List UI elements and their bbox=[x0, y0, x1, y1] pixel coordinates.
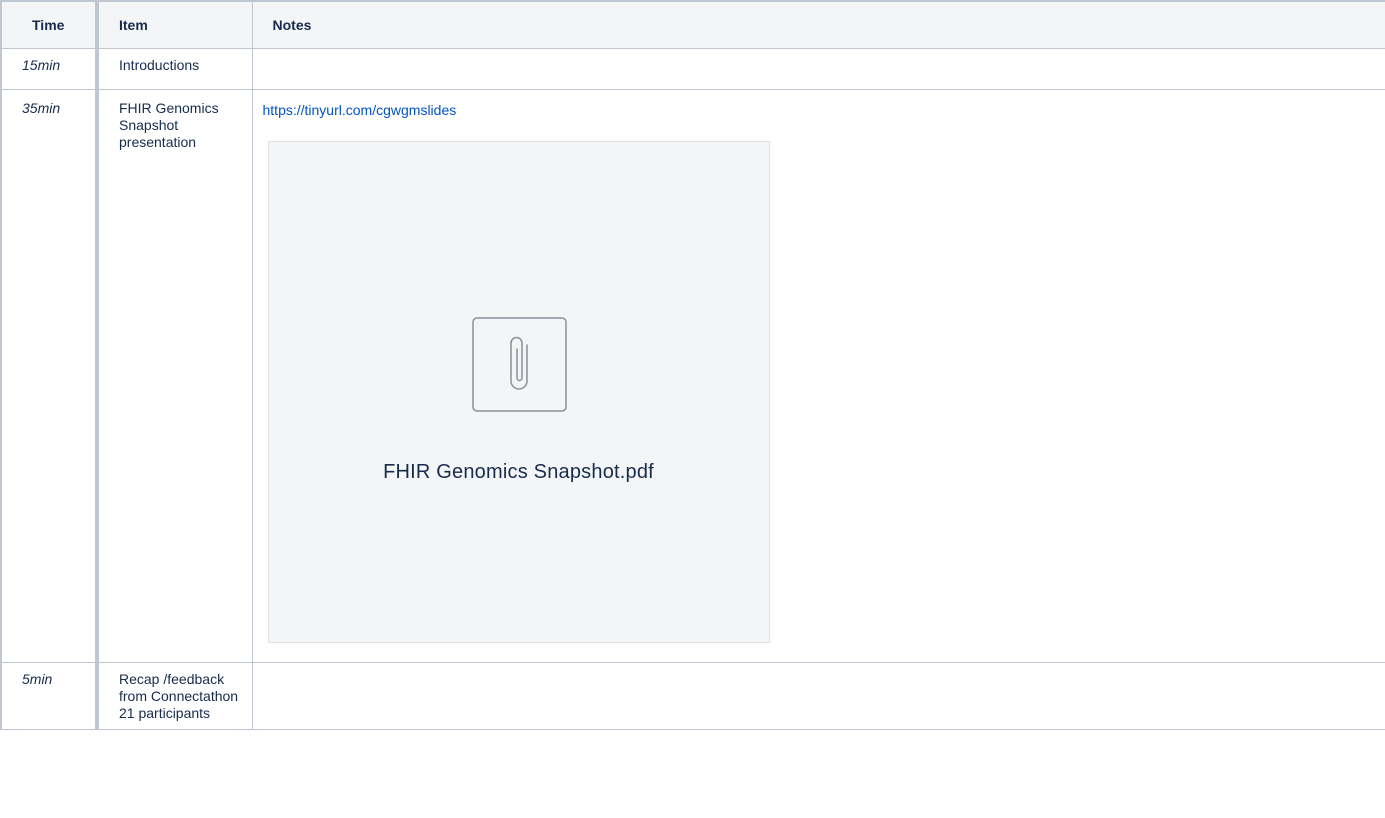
item-cell: FHIR Genomics Snapshot presentation bbox=[96, 89, 253, 663]
attachment-preview-card[interactable]: FHIR Genomics Snapshot.pdf bbox=[267, 141, 770, 643]
header-notes: Notes bbox=[251, 0, 1385, 49]
header-item: Item bbox=[96, 0, 253, 49]
notes-cell: https://tinyurl.com/cgwgmslides FHIR Gen… bbox=[251, 89, 1385, 663]
table-row: 35min FHIR Genomics Snapshot presentatio… bbox=[0, 89, 1385, 663]
notes-cell bbox=[251, 662, 1385, 730]
item-cell: Introductions bbox=[96, 48, 253, 90]
table-header-row: Time Item Notes bbox=[0, 0, 1385, 49]
slides-link[interactable]: https://tinyurl.com/cgwgmslides bbox=[263, 102, 457, 119]
paperclip-icon bbox=[471, 317, 567, 412]
time-cell: 5min bbox=[0, 662, 99, 730]
table-row: 5min Recap /feedback from Connectathon 2… bbox=[0, 662, 1385, 730]
table-row: 15min Introductions bbox=[0, 48, 1385, 90]
agenda-table: Time Item Notes 15min Introductions 35mi… bbox=[0, 0, 1385, 730]
agenda-table-container: Time Item Notes 15min Introductions 35mi… bbox=[0, 0, 1385, 818]
notes-cell bbox=[251, 48, 1385, 90]
time-cell: 15min bbox=[0, 48, 99, 90]
header-time: Time bbox=[0, 0, 99, 49]
item-cell: Recap /feedback from Connectathon 21 par… bbox=[96, 662, 253, 730]
time-cell: 35min bbox=[0, 89, 99, 663]
attachment-filename: FHIR Genomics Snapshot.pdf bbox=[383, 461, 654, 483]
